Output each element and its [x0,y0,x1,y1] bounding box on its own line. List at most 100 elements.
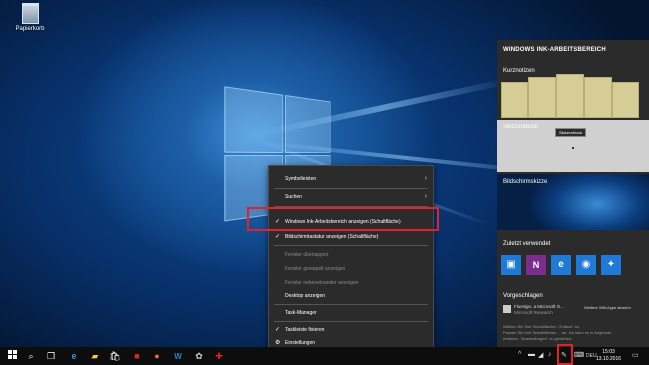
notification-icon: ▭ [632,352,639,359]
store-icon: 🛍 [109,351,121,361]
menu-item-task-manager[interactable]: Task-Manager [269,307,433,319]
menu-item-show-desktop[interactable]: Desktop anzeigen [269,290,433,302]
clock-time: 15:03 [602,349,615,355]
recent-app-tips[interactable]: ✦ [601,255,621,275]
clock[interactable]: 15:03 13.10.2016 [596,349,621,363]
chevron-up-icon: ^ [518,351,522,358]
menu-item-label: Desktop anzeigen [285,293,326,299]
taskbar-edge[interactable]: e [68,350,80,362]
wifi-icon[interactable]: ◢ [538,351,543,359]
task-view-button[interactable]: ❐ [45,350,57,362]
sticky-notes-label: Kurznotizen [503,68,535,74]
taskbar-app-tools[interactable]: ✚ [213,350,225,362]
touch-keyboard-button[interactable]: ⌨ [574,351,584,359]
checkmark-icon: ✓ [275,234,281,240]
menu-item-stack-windows[interactable]: Fenster gestapelt anzeigen [269,263,433,275]
checkmark-icon: ✓ [275,327,281,333]
recent-label: Zuletzt verwendet [503,241,551,247]
menu-item-side-by-side[interactable]: Fenster nebeneinander anzeigen [269,277,433,289]
sticky-note [556,74,584,118]
app-icon: ✿ [195,351,203,361]
edge-icon: e [71,351,77,361]
task-view-icon: ❐ [46,351,56,361]
sketchpad-label: Skizzenblock [503,124,539,130]
taskbar-store[interactable]: 🛍 [109,350,121,362]
suggested-app-name[interactable]: Fluesign, a Microsoft G... [514,304,564,309]
recent-app-onenote[interactable]: N [526,255,546,275]
suggested-note-line-2: Passen Sie Ihre Schaltflächen ... an. Ic… [503,330,612,335]
start-button[interactable] [6,350,18,362]
show-hidden-icons-button[interactable]: ^ [518,351,521,358]
panel-title: WINDOWS INK-ARBEITSBEREICH [503,47,606,53]
menu-item-cascade-windows[interactable]: Fenster überlappen [269,249,433,261]
maps-icon: ◉ [581,259,591,270]
menu-separator [274,245,428,246]
menu-item-label: Bildschirmtastatur anzeigen (Schaltfläch… [285,234,379,240]
windows-icon [7,350,17,359]
suggested-note-line-3: erfahren, "Ausstellungen" zu genießen. [503,336,573,341]
menu-separator [274,321,428,322]
recent-app-photos[interactable]: ▣ [501,255,521,275]
keyboard-icon: ⌨ [574,352,585,359]
menu-item-label: Einstellungen [285,340,316,346]
app-icon: ■ [134,351,140,361]
taskbar-app-red[interactable]: ■ [131,350,143,362]
sticky-note [528,77,556,118]
sticky-notes-card[interactable]: Kurznotizen [497,64,649,118]
menu-item-show-touch-keyboard[interactable]: ✓ Bildschirmtastatur anzeigen (Schaltflä… [269,231,433,243]
highlight-ink-workspace-option [247,207,439,231]
menu-item-label: Fenster überlappen [285,252,329,258]
suggested-label: Vorgeschlagen [503,293,543,299]
sketchpad-tooltip: Skizzenblock [555,128,587,137]
chrome-icon: ● [154,351,160,361]
highlight-pen-button [557,344,573,365]
suggested-app-icon [503,305,511,313]
windows-ink-workspace-panel: WINDOWS INK-ARBEITSBEREICH Kurznotizen S… [497,40,649,347]
tips-icon: ✦ [606,259,616,270]
recycle-bin-icon [21,3,39,24]
recent-app-maps[interactable]: ◉ [576,255,596,275]
clock-date: 13.10.2016 [596,356,622,362]
screen-sketch-card[interactable]: Bildschirmskizze [497,174,649,230]
suggested-note-line-1: Wählen Sie Ihre Schaltflächen "Zulässt" … [503,324,581,329]
sketch-dot [572,147,574,149]
menu-item-toolbars[interactable]: Symbolleisten › [269,173,433,185]
action-center-button[interactable]: ▭ [632,351,639,359]
menu-item-search[interactable]: Suchen › [269,191,433,203]
taskbar: ⌕ ❐ e ▰ 🛍 ■ ● W ✿ ✚ ^ ▬ ◢ ♪ ✎ ⌨ DEU 15:0… [0,347,649,365]
taskbar-context-menu: Symbolleisten › Suchen › ✓ Windows Ink-A… [268,165,434,355]
sticky-note [612,82,639,118]
recycle-bin-label: Papierkorb [15,26,45,32]
recent-app-edge[interactable]: e [551,255,571,275]
sticky-note [501,82,528,118]
menu-item-label: Task-Manager [285,310,317,316]
edge-icon: e [558,259,564,270]
menu-item-label: Taskleiste fixieren [285,327,325,333]
tools-icon: ✚ [215,351,223,361]
taskbar-chrome[interactable]: ● [151,350,163,362]
menu-item-label: Symbolleisten [285,176,317,182]
screen-sketch-label: Bildschirmskizze [503,179,548,185]
folder-icon: ▰ [91,351,99,361]
word-icon: W [174,352,182,361]
chevron-right-icon: › [424,175,427,182]
menu-item-label: Fenster nebeneinander anzeigen [285,280,359,286]
search-button[interactable]: ⌕ [25,350,37,362]
suggested-app-publisher: Microsoft Research [514,310,553,315]
taskbar-file-explorer[interactable]: ▰ [89,350,101,362]
sketchpad-card[interactable]: Skizzenblock Skizzenblock [497,120,649,172]
photos-icon: ▣ [506,259,516,270]
network-icon[interactable]: ▬ [528,351,535,358]
recycle-bin[interactable]: Papierkorb [10,3,50,32]
menu-item-label: Fenster gestapelt anzeigen [285,266,346,272]
search-icon: ⌕ [28,351,34,361]
menu-item-lock-taskbar[interactable]: ✓ Taskleiste fixieren [269,324,433,336]
get-more-pen-apps-link[interactable]: Weitere Stift-Apps abrufen [584,305,644,310]
language-indicator[interactable]: DEU [586,353,597,359]
menu-item-label: Suchen [285,194,302,200]
volume-icon[interactable]: ♪ [548,351,552,358]
taskbar-word[interactable]: W [172,350,184,362]
menu-separator [274,304,428,305]
taskbar-app-gray[interactable]: ✿ [193,350,205,362]
chevron-right-icon: › [424,193,427,200]
